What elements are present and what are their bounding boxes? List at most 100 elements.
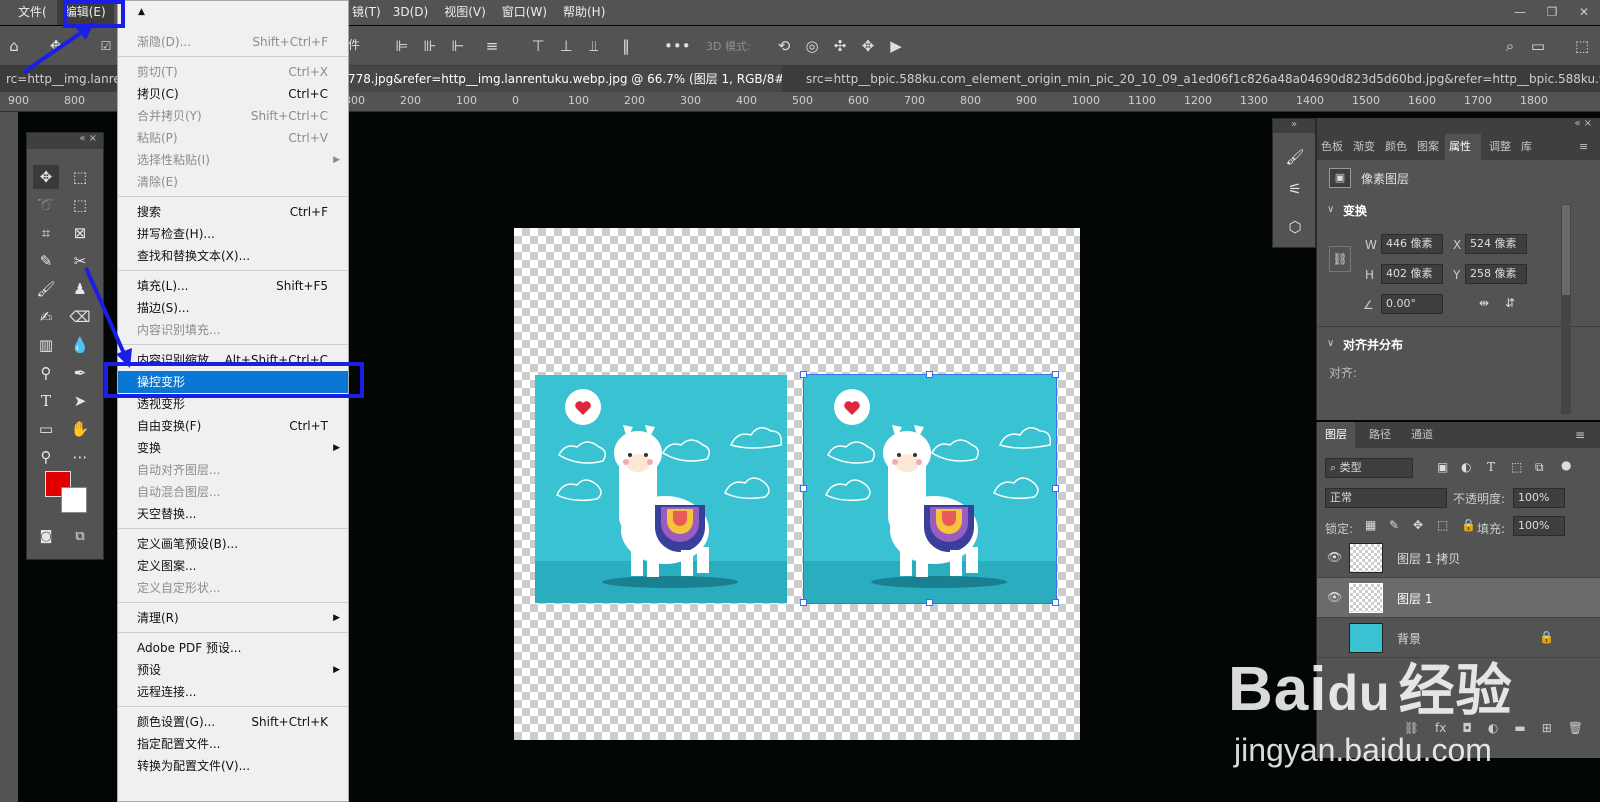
3d-slide-icon[interactable]: ✥: [858, 36, 878, 56]
search-icon[interactable]: ⌕: [1500, 36, 1520, 56]
blend-mode-dropdown[interactable]: 正常: [1325, 488, 1447, 508]
angle-field[interactable]: 0.00°: [1381, 294, 1443, 314]
3d-camera-icon[interactable]: ▶: [886, 36, 906, 56]
panel-menu-icon[interactable]: ≡: [1575, 134, 1592, 160]
transform-handle[interactable]: [1052, 485, 1059, 492]
lock-all-icon[interactable]: 🔒: [1461, 518, 1476, 532]
transform-collapse-icon[interactable]: ∨: [1327, 204, 1334, 215]
layer-row-selected[interactable]: 👁 图层 1: [1317, 578, 1600, 618]
align-top-icon[interactable]: ⊤: [528, 36, 548, 56]
close-window-icon[interactable]: ✕: [1568, 0, 1600, 25]
tab-paths[interactable]: 路径: [1361, 422, 1399, 448]
menu-item-19[interactable]: 自动混合图层...: [118, 481, 348, 503]
tab-document-3[interactable]: src=http__bpic.588ku.com_element_origin_…: [800, 66, 1600, 92]
layer-name[interactable]: 图层 1: [1397, 590, 1432, 607]
menu-item-25[interactable]: Adobe PDF 预设...: [118, 637, 348, 659]
filter-shape-icon[interactable]: ⬚: [1511, 460, 1522, 474]
menu-item-24[interactable]: 清理(R) ▶: [118, 607, 348, 629]
menu-view[interactable]: 视图(V): [436, 0, 494, 25]
filter-adjustment-icon[interactable]: ◐: [1461, 460, 1471, 474]
transform-handle[interactable]: [926, 371, 933, 378]
share-icon[interactable]: ⬚: [1572, 36, 1592, 56]
rectangle-tool-icon[interactable]: ▭: [33, 417, 59, 441]
3d-drag-icon[interactable]: ✣: [830, 36, 850, 56]
menu-item-29[interactable]: 指定配置文件...: [118, 733, 348, 755]
filter-pixel-icon[interactable]: ▣: [1437, 460, 1448, 474]
x-position-field[interactable]: 524 像素: [1465, 234, 1527, 254]
layer-row[interactable]: 👁 图层 1 拷贝: [1317, 538, 1600, 578]
link-dimensions-icon[interactable]: ⛓: [1329, 246, 1351, 272]
align-center-icon[interactable]: ⊪: [420, 36, 440, 56]
menu-item-17[interactable]: 变换 ▶: [118, 437, 348, 459]
align-middle-icon[interactable]: ⊥: [556, 36, 576, 56]
menu-item-20[interactable]: 天空替换...: [118, 503, 348, 525]
more-tools-icon[interactable]: ⋯: [67, 445, 93, 469]
adjustments-icon[interactable]: ⚟: [1282, 177, 1308, 201]
3d-rotate-icon[interactable]: ⟲: [774, 36, 794, 56]
layer-name[interactable]: 图层 1 拷贝: [1397, 550, 1460, 567]
filter-toggle-icon[interactable]: ●: [1561, 458, 1571, 472]
delete-layer-icon[interactable]: 🗑: [1568, 714, 1583, 742]
tab-gradients[interactable]: 渐变: [1349, 134, 1379, 160]
properties-scrollbar[interactable]: [1561, 204, 1571, 414]
visibility-eye-icon[interactable]: 👁: [1327, 590, 1342, 604]
transform-handle[interactable]: [1052, 371, 1059, 378]
y-position-field[interactable]: 258 像素: [1465, 264, 1527, 284]
hand-tool-icon[interactable]: ✋: [67, 417, 93, 441]
menu-item-30[interactable]: 转换为配置文件(V)...: [118, 755, 348, 777]
tab-properties[interactable]: 属性: [1445, 134, 1481, 160]
layers-menu-icon[interactable]: ≡: [1575, 428, 1585, 442]
more-options-icon[interactable]: •••: [664, 36, 691, 56]
dock-collapse-icon[interactable]: »: [1273, 119, 1315, 133]
brush-settings-icon[interactable]: 🖌: [1282, 145, 1308, 169]
workspace-icon[interactable]: ▭: [1528, 36, 1548, 56]
properties-header-controls[interactable]: « ×: [1317, 118, 1600, 134]
new-layer-icon[interactable]: ⊞: [1542, 714, 1552, 742]
menu-item-21[interactable]: 定义画笔预设(B)...: [118, 533, 348, 555]
tab-patterns[interactable]: 图案: [1413, 134, 1443, 160]
quick-mask-icon[interactable]: ◙: [33, 525, 59, 549]
menu-item-23[interactable]: 定义自定形状...: [118, 577, 348, 599]
transform-handle[interactable]: [926, 599, 933, 606]
tab-libraries[interactable]: 库: [1517, 134, 1536, 160]
transform-handle[interactable]: [800, 599, 807, 606]
filter-type-icon[interactable]: T: [1487, 460, 1495, 474]
menu-item-22[interactable]: 定义图案...: [118, 555, 348, 577]
3d-cube-icon[interactable]: ⬡: [1282, 215, 1308, 239]
tab-swatches[interactable]: 色板: [1317, 134, 1347, 160]
menu-item-18[interactable]: 自动对齐图层...: [118, 459, 348, 481]
lock-transparent-icon[interactable]: ▦: [1365, 518, 1376, 532]
tab-layers[interactable]: 图层: [1317, 422, 1355, 448]
menu-help[interactable]: 帮助(H): [555, 0, 613, 25]
tab-color[interactable]: 颜色: [1381, 134, 1411, 160]
opacity-field[interactable]: 100%: [1513, 488, 1565, 508]
transform-handle[interactable]: [800, 485, 807, 492]
menu-item-28[interactable]: 颜色设置(G)... Shift+Ctrl+K: [118, 711, 348, 733]
tab-channels[interactable]: 通道: [1403, 422, 1441, 448]
menu-item-26[interactable]: 预设 ▶: [118, 659, 348, 681]
lock-position-icon[interactable]: ✥: [1413, 518, 1423, 532]
distribute-icon[interactable]: ≡: [482, 36, 502, 56]
align-bottom-icon[interactable]: ⫫: [584, 36, 604, 56]
restore-icon[interactable]: ❐: [1536, 0, 1568, 25]
tab-adjustments[interactable]: 调整: [1485, 134, 1515, 160]
3d-roll-icon[interactable]: ◎: [802, 36, 822, 56]
llama-image-right-selected[interactable]: [803, 374, 1057, 604]
flip-horizontal-icon[interactable]: ⇹: [1479, 296, 1489, 310]
menu-window[interactable]: 窗口(W): [494, 0, 555, 25]
screen-mode-icon[interactable]: ⧉: [67, 525, 93, 549]
height-field[interactable]: 402 像素: [1381, 264, 1443, 284]
zoom-tool-icon[interactable]: ⚲: [33, 445, 59, 469]
align-collapse-icon[interactable]: ∨: [1327, 338, 1334, 349]
layer-filter-dropdown[interactable]: ⌕ 类型: [1325, 458, 1413, 478]
width-field[interactable]: 446 像素: [1381, 234, 1443, 254]
lock-artboard-icon[interactable]: ⬚: [1437, 518, 1448, 532]
fill-field[interactable]: 100%: [1513, 516, 1565, 536]
new-group-icon[interactable]: ▬: [1514, 714, 1525, 742]
menu-item-27[interactable]: 远程连接...: [118, 681, 348, 703]
minimize-icon[interactable]: —: [1504, 0, 1536, 25]
visibility-eye-icon[interactable]: 👁: [1327, 550, 1342, 564]
background-color-swatch[interactable]: [61, 487, 87, 513]
filter-smart-object-icon[interactable]: ⧉: [1535, 460, 1544, 475]
flip-vertical-icon[interactable]: ⇵: [1505, 296, 1515, 310]
